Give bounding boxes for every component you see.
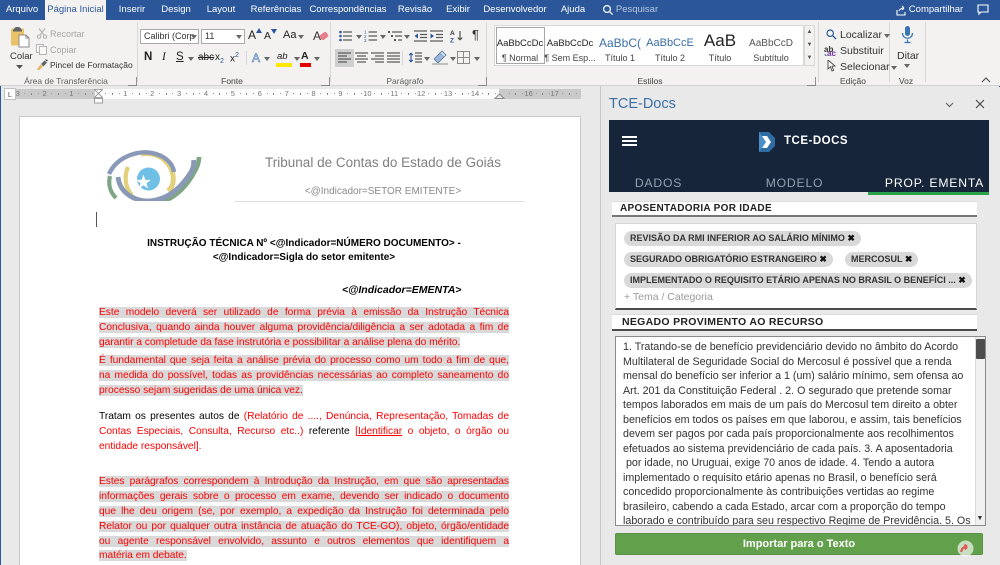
- svg-text:3: 3: [364, 38, 367, 42]
- svg-text:ac: ac: [827, 49, 836, 56]
- svg-text:Z: Z: [450, 38, 454, 44]
- svg-text:A: A: [450, 30, 455, 37]
- svg-text:A: A: [313, 29, 321, 43]
